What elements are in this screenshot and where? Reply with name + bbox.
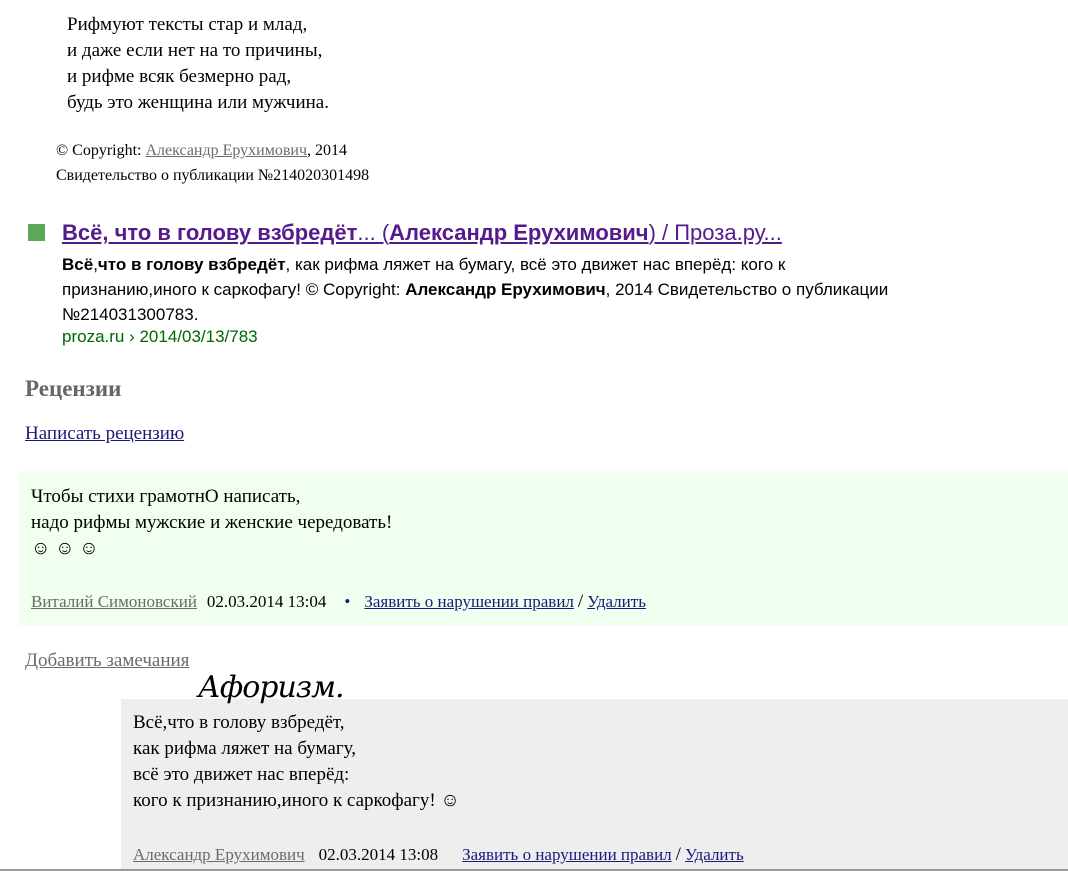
review-meta: Виталий Симоновский 02.03.2014 13:04 • Заяв… <box>31 591 646 613</box>
result-square-icon <box>28 224 45 241</box>
title-part: Всё, что в голову взбредёт <box>62 220 358 245</box>
reply-line: кого к признанию,иного к саркофагу! ☺ <box>133 790 460 811</box>
reply-text: Всё,что в голову взбредёт, как рифма ляж… <box>133 710 460 814</box>
poem-line: и рифме всяк безмерно рад, <box>67 66 292 87</box>
copyright-year: , 2014 <box>307 142 348 159</box>
title-part: ) / Проза.ру... <box>648 220 782 245</box>
report-violation-link[interactable]: Заявить о нарушении правил <box>364 592 574 611</box>
review-line: надо рифмы мужские и женские чередовать! <box>31 512 393 533</box>
reply-meta: Александр Ерухимович 02.03.2014 13:08 Заяв… <box>133 844 744 866</box>
reply-date: 02.03.2014 13:08 <box>318 845 439 864</box>
poem-line: Рифмуют тексты стар и млад, <box>67 14 308 35</box>
aphorism-heading: Афоризм. <box>198 670 345 705</box>
poem-line: и даже если нет на то причины, <box>67 40 323 61</box>
title-part: ... ( <box>357 220 390 245</box>
review-text: Чтобы стихи грамотнО написать, надо рифм… <box>31 484 392 562</box>
link-separator: / <box>675 844 681 865</box>
reply-line: всё это движет нас вперёд: <box>133 764 350 785</box>
snippet-part: что в голову взбредёт <box>97 255 286 274</box>
poem-text: Рифмуют тексты стар и млад, и даже если … <box>67 12 329 116</box>
publication-certificate: Свидетельство о публикации №214020301498 <box>56 167 370 184</box>
result-title-link[interactable]: Всё, что в голову взбредёт... (Александр… <box>62 220 782 246</box>
copyright-line: © Copyright: Александр Ерухимович, 2014 <box>56 138 369 163</box>
write-review-link[interactable]: Написать рецензию <box>25 423 184 445</box>
review-author-link[interactable]: Виталий Симоновский <box>31 592 197 611</box>
snippet-part: Александр Ерухимович <box>405 280 606 299</box>
delete-link[interactable]: Удалить <box>587 592 646 611</box>
poem-line: будь это женщина или мужчина. <box>67 92 329 113</box>
copyright-author-link[interactable]: Александр Ерухимович <box>146 142 308 159</box>
title-part: Александр Ерухимович <box>389 220 649 245</box>
delete-link[interactable]: Удалить <box>685 845 744 864</box>
review-date: 02.03.2014 13:04 <box>206 592 327 611</box>
copyright-block: © Copyright: Александр Ерухимович, 2014 … <box>56 138 369 188</box>
result-snippet: Всё,что в голову взбредёт, как рифма ляж… <box>62 252 902 327</box>
reply-author-link[interactable]: Александр Ерухимович <box>133 845 305 864</box>
reply-card: Всё,что в голову взбредёт, как рифма ляж… <box>121 699 1068 871</box>
reviews-heading: Рецензии <box>25 376 122 401</box>
link-separator: / <box>577 591 584 612</box>
bullet-separator: • <box>344 592 351 611</box>
copyright-prefix: © Copyright: <box>56 142 146 159</box>
report-violation-link[interactable]: Заявить о нарушении правил <box>462 845 672 864</box>
snippet-part: Всё <box>62 255 94 274</box>
review-card: Чтобы стихи грамотнО написать, надо рифм… <box>19 471 1068 626</box>
result-url[interactable]: proza.ru › 2014/03/13/783 <box>62 327 258 347</box>
reply-line: Всё,что в голову взбредёт, <box>133 712 345 733</box>
reply-line: как рифма ляжет на бумагу, <box>133 738 357 759</box>
review-line: ☺ ☺ ☺ <box>31 538 99 559</box>
review-line: Чтобы стихи грамотнО написать, <box>31 486 301 507</box>
add-remarks-link[interactable]: Добавить замечания <box>25 650 189 672</box>
